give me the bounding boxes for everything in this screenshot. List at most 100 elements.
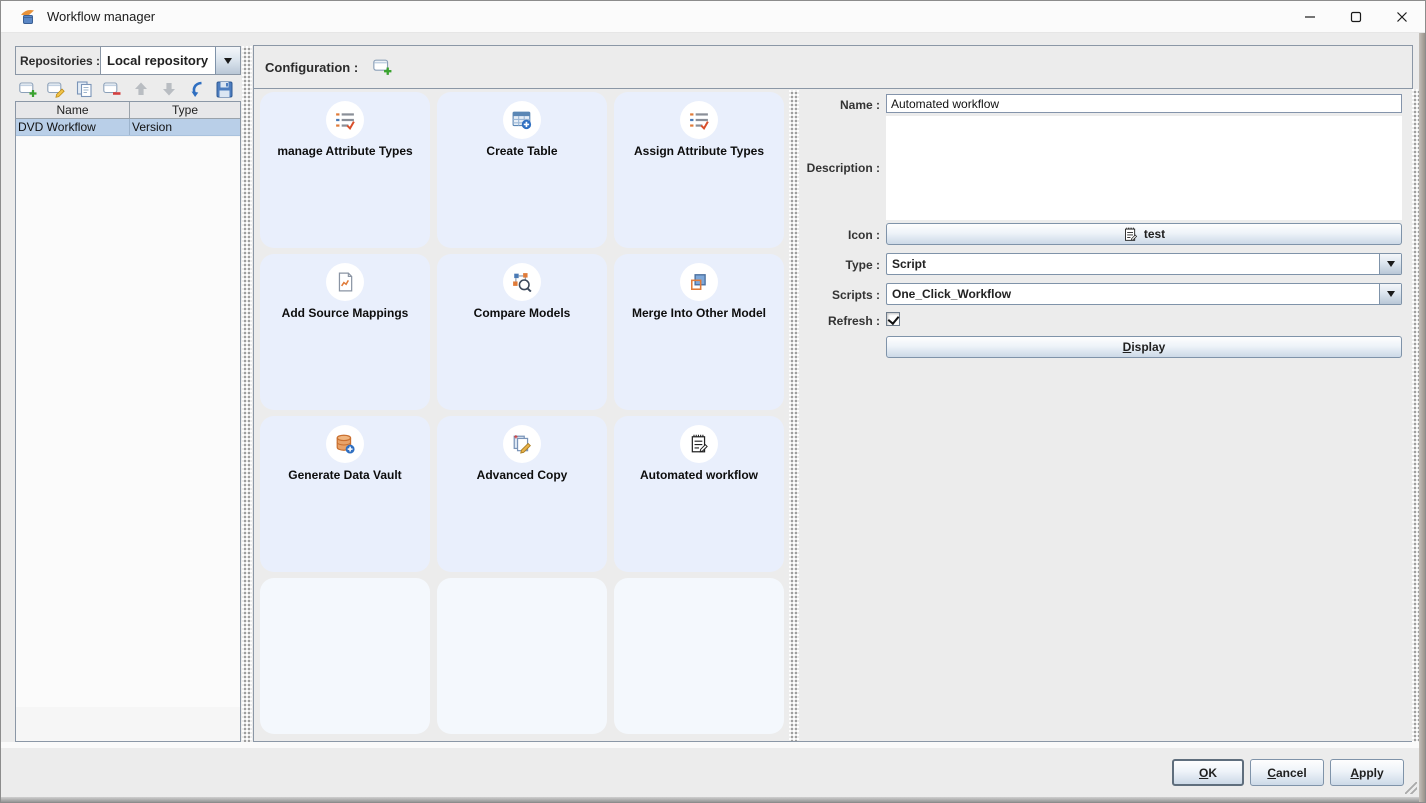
column-header-type[interactable]: Type — [130, 102, 240, 118]
window-title: Workflow manager — [47, 9, 155, 24]
database-add-icon — [326, 425, 364, 463]
table-cell-name: DVD Workflow — [16, 119, 130, 135]
footer-divider — [1, 742, 1425, 748]
add-card-icon — [19, 81, 38, 98]
card-label: Merge Into Other Model — [614, 306, 784, 320]
type-selected-value: Script — [892, 254, 926, 274]
repositories-selected-value: Local repository — [107, 47, 208, 74]
repositories-row: Repositories : Local repository — [15, 46, 241, 75]
icon-button-label: test — [1144, 227, 1165, 241]
scripts-label: Scripts : — [800, 288, 880, 302]
card-manage-attribute-types[interactable]: manage Attribute Types — [260, 92, 430, 248]
name-label: Name : — [800, 98, 880, 112]
middle-splitter[interactable] — [789, 90, 799, 741]
refresh-icon — [188, 81, 205, 98]
document-mapping-icon — [326, 263, 364, 301]
resize-grip[interactable] — [1405, 782, 1417, 794]
configuration-header: Configuration : — [254, 46, 1412, 89]
add-repository-button[interactable] — [18, 80, 39, 99]
icon-button[interactable]: test — [886, 223, 1402, 245]
repositories-toolbar — [15, 77, 241, 101]
remove-card-icon — [103, 81, 122, 98]
card-label: Automated workflow — [614, 468, 784, 482]
card-label: manage Attribute Types — [260, 144, 430, 158]
empty-card-slot[interactable] — [614, 578, 784, 734]
edit-repository-button[interactable] — [46, 80, 67, 99]
card-label: Assign Attribute Types — [614, 144, 784, 158]
description-label: Description : — [800, 116, 880, 220]
window-bottom-border — [1, 797, 1425, 802]
icon-label: Icon : — [800, 228, 880, 242]
configuration-region: Configuration : — [253, 45, 1413, 742]
move-down-button[interactable] — [158, 80, 179, 99]
configuration-form: Name : Description : Icon : test — [800, 90, 1414, 741]
attribute-list-check-icon — [326, 101, 364, 139]
copy-icon — [76, 81, 94, 98]
card-assign-attribute-types[interactable]: Assign Attribute Types — [614, 92, 784, 248]
table-cell-type: Version — [130, 119, 240, 135]
workflow-cards-grid: manage Attribute Types Create Table — [254, 90, 789, 741]
refresh-label: Refresh : — [800, 314, 880, 328]
card-label: Advanced Copy — [437, 468, 607, 482]
up-arrow-icon — [133, 81, 149, 97]
card-automated-workflow[interactable]: Automated workflow — [614, 416, 784, 572]
type-select[interactable]: Script — [886, 253, 1402, 275]
card-advanced-copy[interactable]: Advanced Copy — [437, 416, 607, 572]
table-row[interactable]: DVD Workflow Version — [16, 119, 240, 136]
column-header-name[interactable]: Name — [16, 102, 130, 118]
scripts-selected-value: One_Click_Workflow — [892, 284, 1011, 304]
scripts-select[interactable]: One_Click_Workflow — [886, 283, 1402, 305]
card-label: Compare Models — [437, 306, 607, 320]
repositories-table: Name Type DVD Workflow Version — [15, 101, 241, 742]
move-up-button[interactable] — [130, 80, 151, 99]
maximize-button[interactable] — [1333, 1, 1379, 33]
remove-repository-button[interactable] — [102, 80, 123, 99]
apply-button[interactable]: Apply — [1330, 759, 1404, 786]
empty-card-slot[interactable] — [437, 578, 607, 734]
table-empty-area — [16, 137, 240, 707]
refresh-checkbox[interactable] — [886, 312, 900, 326]
notepad-pencil-icon — [1123, 227, 1138, 242]
card-merge-into-other-model[interactable]: Merge Into Other Model — [614, 254, 784, 410]
copy-repository-button[interactable] — [74, 80, 95, 99]
notepad-pencil-icon — [680, 425, 718, 463]
repositories-table-header: Name Type — [16, 102, 240, 119]
configuration-label: Configuration : — [265, 60, 358, 75]
empty-card-slot[interactable] — [260, 578, 430, 734]
card-create-table[interactable]: Create Table — [437, 92, 607, 248]
repositories-label: Repositories : — [16, 47, 100, 74]
window-controls — [1287, 1, 1425, 33]
cancel-button[interactable]: Cancel — [1250, 759, 1324, 786]
card-label: Generate Data Vault — [260, 468, 430, 482]
compare-magnifier-icon — [503, 263, 541, 301]
close-button[interactable] — [1379, 1, 1425, 33]
down-arrow-icon — [161, 81, 177, 97]
merge-squares-icon — [680, 263, 718, 301]
copy-pencil-icon — [503, 425, 541, 463]
workflow-manager-window: Workflow manager Repositories : Local re… — [0, 0, 1426, 803]
card-label: Create Table — [437, 144, 607, 158]
type-dropdown-arrow-icon[interactable] — [1379, 254, 1401, 274]
table-add-icon — [503, 101, 541, 139]
card-add-source-mappings[interactable]: Add Source Mappings — [260, 254, 430, 410]
add-configuration-button[interactable] — [372, 58, 394, 76]
window-right-border — [1419, 33, 1425, 802]
ok-button[interactable]: OK — [1172, 759, 1244, 786]
add-card-icon — [373, 58, 393, 76]
repositories-dropdown-arrow-icon[interactable] — [215, 47, 240, 74]
save-icon — [216, 81, 233, 98]
name-input[interactable] — [886, 94, 1402, 113]
refresh-repositories-button[interactable] — [186, 80, 207, 99]
card-compare-models[interactable]: Compare Models — [437, 254, 607, 410]
title-bar: Workflow manager — [1, 1, 1425, 33]
display-button[interactable]: Display — [886, 336, 1402, 358]
type-label: Type : — [800, 258, 880, 272]
description-textarea[interactable] — [886, 116, 1402, 220]
minimize-button[interactable] — [1287, 1, 1333, 33]
card-generate-data-vault[interactable]: Generate Data Vault — [260, 416, 430, 572]
left-splitter[interactable] — [242, 46, 252, 742]
repositories-select[interactable]: Local repository — [100, 47, 240, 74]
repositories-panel: Repositories : Local repository — [15, 46, 241, 742]
save-repositories-button[interactable] — [214, 80, 235, 99]
scripts-dropdown-arrow-icon[interactable] — [1379, 284, 1401, 304]
